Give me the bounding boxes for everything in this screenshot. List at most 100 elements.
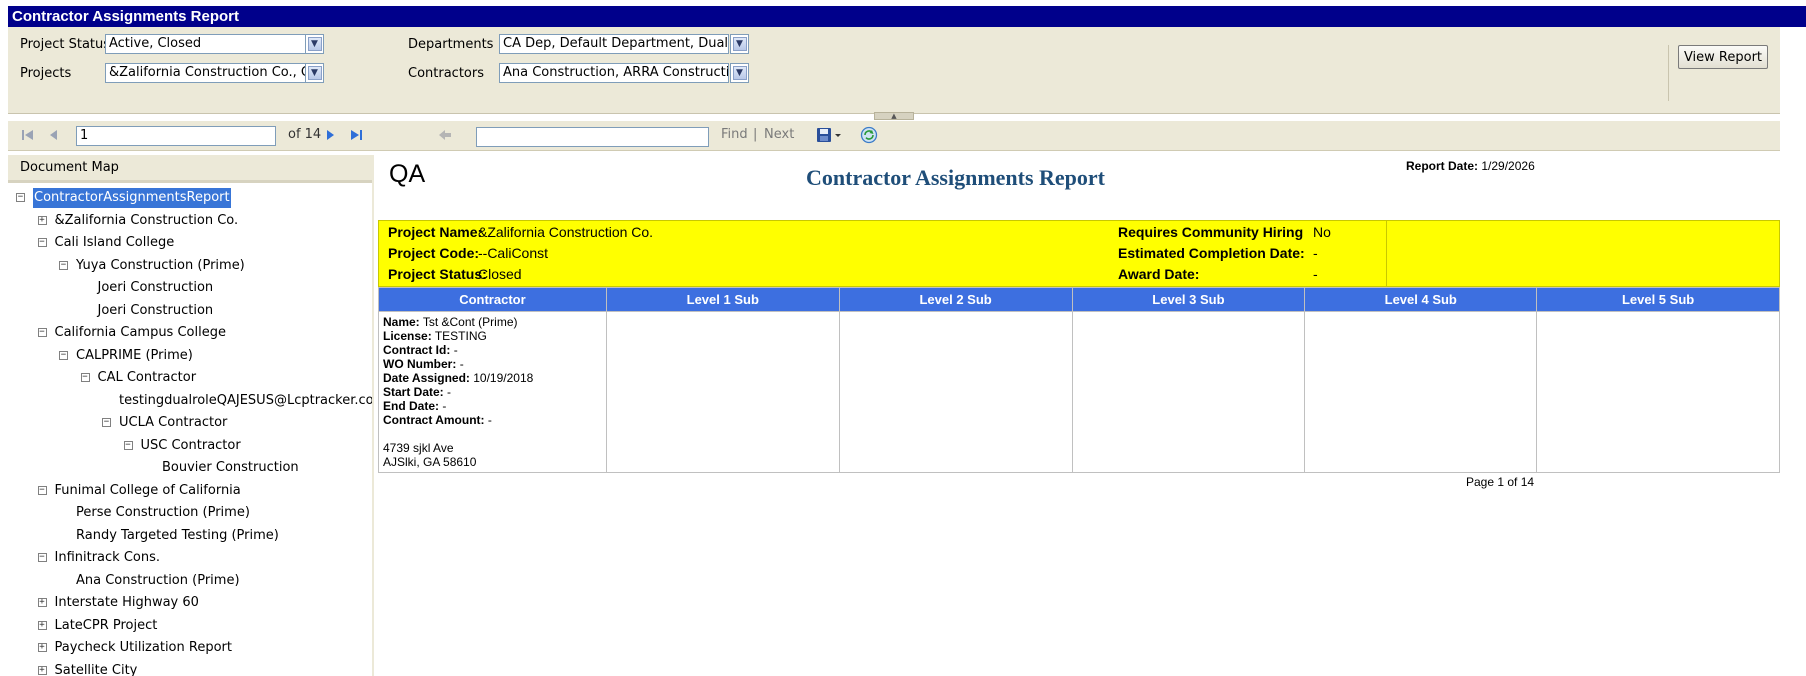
chevron-down-icon: ▼ [732, 37, 747, 51]
tree-node-label[interactable]: Cali Island College [55, 233, 175, 253]
wo-number-value: - [459, 357, 464, 371]
collapse-icon[interactable]: − [123, 440, 133, 450]
wo-number-label: WO Number: [383, 357, 457, 371]
find-input[interactable] [476, 127, 709, 147]
tree-node-label[interactable]: Randy Targeted Testing (Prime) [76, 526, 279, 546]
license-label: License: [383, 329, 432, 343]
date-assigned-value: 10/19/2018 [473, 371, 534, 385]
tree-node-label[interactable]: testingdualroleQAJESUS@Lcptracker.com [119, 391, 372, 411]
expand-icon[interactable]: + [37, 643, 47, 652]
tree-node-label[interactable]: USC Contractor [141, 436, 241, 456]
expand-icon[interactable]: + [37, 598, 47, 607]
table-header-row: Contractor Level 1 Sub Level 2 Sub Level… [378, 287, 1780, 312]
level-1-cell [605, 311, 840, 473]
collapse-icon[interactable]: − [59, 350, 68, 360]
projects-select[interactable]: &Zalifornia Construction Co., Cali Islan… [105, 63, 306, 83]
projects-label: Projects [20, 66, 72, 81]
contractor-details: Name: Tst &Cont (Prime) License: TESTING… [379, 312, 606, 472]
page-indicator: Page 1 of 14 [1466, 475, 1535, 489]
level-3-cell [1071, 311, 1306, 473]
project-status-dropdown[interactable]: ▼ [305, 34, 324, 54]
document-map-header: Document Map [8, 155, 372, 183]
contract-id-value: - [453, 343, 458, 357]
project-status-label: Project Status: [388, 266, 487, 282]
next-link[interactable]: Next [764, 127, 794, 142]
project-summary: Project Name: &Zalifornia Construction C… [378, 220, 1780, 287]
document-map: Document Map − ContractorAssignmentsRepor… [8, 155, 374, 676]
expand-icon[interactable]: + [37, 665, 47, 675]
collapse-icon[interactable]: − [37, 328, 47, 337]
projects-dropdown[interactable]: ▼ [305, 63, 324, 83]
level-5-cell [1536, 311, 1780, 473]
tree-node-label[interactable]: California Campus College [55, 323, 226, 343]
chevron-up-icon: ▲ [891, 112, 897, 120]
find-link[interactable]: Find [721, 127, 748, 142]
expand-icon[interactable]: + [37, 215, 47, 225]
tree-node-label[interactable]: Ana Construction (Prime) [76, 571, 240, 591]
view-report-button[interactable]: View Report [1678, 45, 1768, 69]
requires-hiring-value: No [1313, 224, 1331, 240]
page-number-input[interactable]: 1 [76, 126, 276, 146]
next-page-icon[interactable] [322, 127, 338, 143]
collapse-icon[interactable]: − [37, 553, 47, 562]
departments-dropdown[interactable]: ▼ [730, 34, 749, 54]
last-page-icon[interactable] [348, 127, 364, 143]
departments-label: Departments [408, 37, 494, 52]
contractors-select[interactable]: Ana Construction, ARRA Construction [499, 63, 729, 83]
collapse-icon[interactable]: − [80, 373, 90, 382]
end-date-label: End Date: [383, 399, 440, 413]
contract-amount-value: - [487, 413, 492, 427]
tree-node-label[interactable]: Joeri Construction [98, 278, 214, 298]
export-icon[interactable] [816, 127, 844, 143]
contractors-dropdown[interactable]: ▼ [730, 63, 749, 83]
tree-node-label[interactable]: Paycheck Utilization Report [55, 638, 232, 658]
tree-node-label[interactable]: Joeri Construction [98, 301, 214, 321]
assignments-table: Contractor Level 1 Sub Level 2 Sub Level… [378, 287, 1780, 473]
column-header: Level 3 Sub [1071, 287, 1306, 312]
tree-node-label[interactable]: CAL Contractor [98, 368, 197, 388]
refresh-icon[interactable] [860, 126, 878, 144]
report-toolbar: 1 of 14 Find | Next [8, 121, 1780, 151]
collapse-params-button[interactable]: ▲ [874, 112, 914, 120]
tree-node-label[interactable]: Interstate Highway 60 [55, 593, 199, 613]
chevron-down-icon: ▼ [307, 66, 322, 80]
tree-node-label[interactable]: LateCPR Project [55, 616, 158, 636]
tree-node-label[interactable]: UCLA Contractor [119, 413, 227, 433]
collapse-icon[interactable]: − [37, 238, 47, 247]
previous-page-icon[interactable] [46, 127, 62, 143]
tree-node-label[interactable]: Infinitrack Cons. [55, 548, 161, 568]
first-page-icon[interactable] [20, 127, 36, 143]
column-header: Contractor [378, 287, 607, 312]
estimated-completion-label: Estimated Completion Date: [1118, 245, 1305, 261]
tree-node-label[interactable]: Perse Construction (Prime) [76, 503, 250, 523]
collapse-icon[interactable]: − [37, 485, 47, 495]
tree-node-label[interactable]: Bouvier Construction [162, 458, 299, 478]
view-report-area: View Report [1668, 45, 1778, 101]
back-icon[interactable] [437, 127, 453, 143]
project-name-value: &Zalifornia Construction Co. [478, 224, 654, 240]
chevron-down-icon: ▼ [732, 66, 747, 80]
name-label: Name: [383, 315, 420, 329]
tree-node-label[interactable]: &Zalifornia Construction Co. [55, 211, 239, 231]
start-date-value: - [447, 385, 452, 399]
address-line-1: 4739 sjkl Ave [383, 441, 454, 455]
project-name-label: Project Name: [388, 224, 483, 240]
requires-hiring-label: Requires Community Hiring [1118, 224, 1304, 240]
tree-node-label[interactable]: ContractorAssignmentsReport [33, 188, 231, 208]
tree-node-label[interactable]: Funimal College of California [55, 481, 241, 501]
collapse-icon[interactable]: − [59, 260, 68, 270]
column-header: Level 2 Sub [838, 287, 1073, 312]
tree-node-label[interactable]: CALPRIME (Prime) [76, 346, 193, 366]
collapse-icon[interactable]: − [102, 418, 111, 427]
level-2-cell [838, 311, 1073, 473]
project-status-select[interactable]: Active, Closed [105, 34, 306, 54]
project-status-value: Closed [478, 266, 522, 282]
collapse-icon[interactable]: − [16, 193, 25, 202]
expand-icon[interactable]: + [37, 620, 47, 630]
find-separator: | [753, 127, 758, 142]
report-viewer: QA Contractor Assignments Report Report … [376, 155, 1780, 676]
departments-select[interactable]: CA Dep, Default Department, Dual Fund [499, 34, 729, 54]
contractor-cell: Name: Tst &Cont (Prime) License: TESTING… [378, 311, 607, 473]
tree-node-label[interactable]: Satellite City [55, 661, 138, 676]
tree-node-label[interactable]: Yuya Construction (Prime) [76, 256, 245, 276]
